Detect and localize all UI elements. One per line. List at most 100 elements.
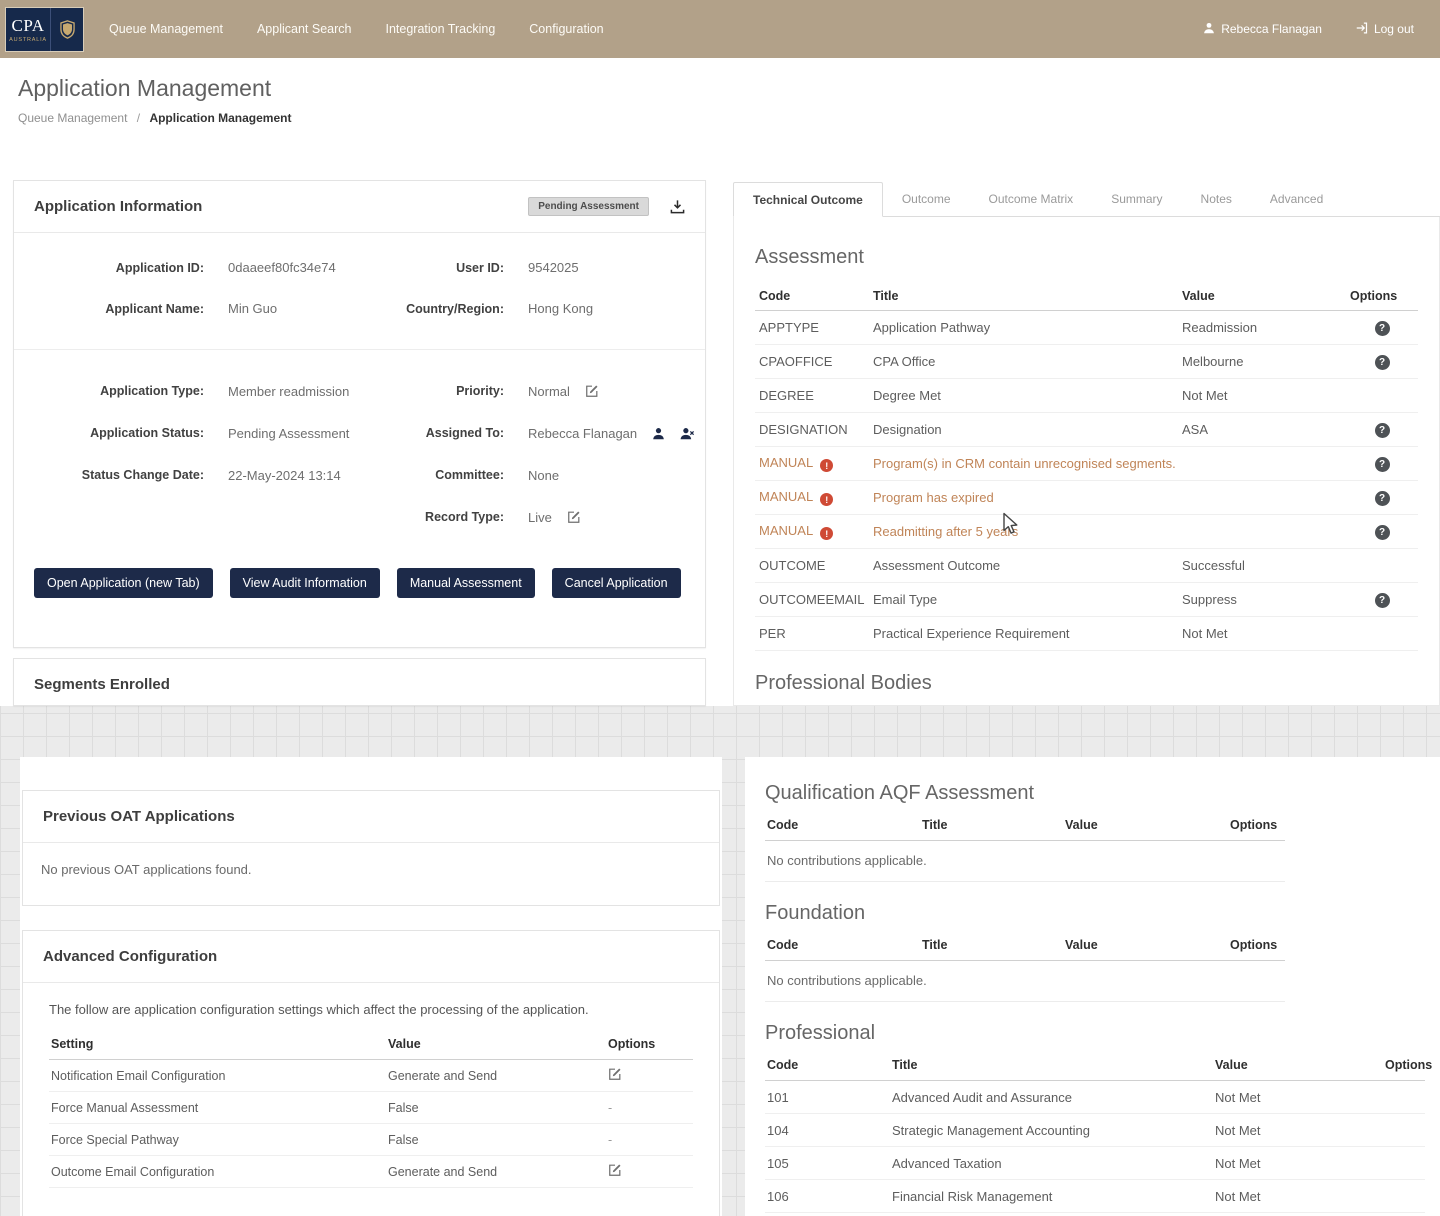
open-application-button[interactable]: Open Application (new Tab)	[34, 568, 213, 598]
col-header-title: Title	[920, 810, 1063, 841]
aqf-table: Code Title Value Options	[765, 810, 1285, 841]
breadcrumb-parent[interactable]: Queue Management	[18, 111, 127, 125]
col-header-options: Options	[1346, 282, 1418, 311]
assessment-title-cell: Designation	[869, 412, 1178, 447]
outcome-tab[interactable]: Outcome	[883, 182, 970, 216]
assessment-row: APPTYPE Application Pathway Readmission …	[755, 310, 1418, 345]
assessment-options-cell	[1346, 616, 1418, 651]
warning-icon: !	[820, 493, 834, 507]
col-header-value: Value	[1063, 930, 1228, 961]
assessment-value-cell: Successful	[1178, 548, 1346, 583]
outcome-tab[interactable]: Notes	[1182, 182, 1251, 216]
cancel-application-button[interactable]: Cancel Application	[551, 568, 681, 598]
user-menu[interactable]: Rebecca Flanagan	[1203, 22, 1322, 37]
nav-item[interactable]: Configuration	[512, 0, 620, 58]
edit-icon[interactable]	[608, 1067, 622, 1081]
assessment-options-cell: ?	[1346, 514, 1418, 549]
value-cell: Generate and Send	[386, 1155, 606, 1188]
foundation-table-header: Code Title Value Options	[765, 930, 1285, 961]
assessment-row: MANUAL! Program(s) in CRM contain unreco…	[755, 446, 1418, 481]
nav-item[interactable]: Integration Tracking	[368, 0, 512, 58]
help-icon[interactable]: ?	[1374, 593, 1390, 608]
unassign-user-icon[interactable]	[680, 427, 695, 440]
view-audit-information-button[interactable]: View Audit Information	[229, 568, 380, 598]
help-icon[interactable]: ?	[1374, 491, 1390, 506]
assessment-value-cell: Suppress	[1178, 582, 1346, 617]
assessment-options-cell: ?	[1346, 582, 1418, 617]
outcome-tab[interactable]: Technical Outcome	[733, 182, 883, 217]
assessment-value-cell	[1178, 514, 1346, 549]
assign-user-icon[interactable]	[652, 427, 665, 440]
download-icon[interactable]	[670, 199, 685, 214]
edit-icon[interactable]	[608, 1163, 622, 1177]
application-status-value: Pending Assessment	[228, 425, 350, 441]
assessment-table-header: Code Title Value Options	[755, 282, 1418, 311]
help-icon[interactable]: ?	[1374, 355, 1390, 370]
no-options-dash: -	[608, 1132, 613, 1147]
assessment-options-cell: ?	[1346, 310, 1418, 345]
nav-item[interactable]: Applicant Search	[240, 0, 369, 58]
application-information-title: Application Information	[34, 198, 203, 215]
options-cell	[606, 1155, 693, 1188]
advanced-configuration-title: Advanced Configuration	[43, 948, 218, 965]
breadcrumb: Queue Management / Application Managemen…	[18, 111, 291, 125]
edit-record-type-icon[interactable]	[567, 510, 581, 524]
advanced-configuration-header: Advanced Configuration	[23, 931, 719, 983]
assessment-options-cell: ?	[1346, 446, 1418, 481]
application-information-header: Application Information Pending Assessme…	[14, 181, 705, 233]
outcome-tab[interactable]: Advanced	[1251, 182, 1342, 216]
assessment-options-cell	[1346, 378, 1418, 413]
nav-item[interactable]: Queue Management	[92, 0, 240, 58]
help-icon[interactable]: ?	[1374, 423, 1390, 438]
assessment-code-cell: OUTCOMEEMAIL	[755, 582, 869, 617]
advanced-config-row: Force Special Pathway False -	[49, 1123, 693, 1156]
assessment-row: CPAOFFICE CPA Office Melbourne ?	[755, 344, 1418, 379]
professional-value-cell: Not Met	[1213, 1080, 1383, 1114]
user-id-label: User ID:	[456, 260, 504, 275]
assessment-table: Code Title Value Options APPTYPE Applica…	[755, 282, 1418, 651]
outcome-tab[interactable]: Summary	[1092, 182, 1181, 216]
col-header-options: Options	[1228, 810, 1285, 841]
help-icon[interactable]: ?	[1374, 457, 1390, 472]
professional-row: 101 Advanced Audit and Assurance Not Met	[765, 1080, 1425, 1114]
advanced-config-table-body: Notification Email Configuration Generat…	[49, 1059, 693, 1188]
assessment-options-cell: ?	[1346, 344, 1418, 379]
applicant-name-value: Min Guo	[228, 301, 278, 316]
assessment-code-cell: APPTYPE	[755, 310, 869, 345]
help-icon[interactable]: ?	[1374, 525, 1390, 540]
tab-label: Summary	[1111, 192, 1163, 206]
professional-value-cell: Not Met	[1213, 1113, 1383, 1147]
application-id-value: 0daaeef80fc34e74	[228, 260, 336, 275]
edit-priority-icon[interactable]	[585, 384, 599, 398]
professional-title-cell: Financial Risk Management	[890, 1179, 1213, 1213]
professional-title-cell: Advanced Audit and Assurance	[890, 1080, 1213, 1114]
manual-assessment-button[interactable]: Manual Assessment	[396, 568, 535, 598]
aqf-assessment-heading: Qualification AQF Assessment	[765, 782, 1035, 804]
assessment-value-cell: Melbourne	[1178, 344, 1346, 379]
assessment-code-cell: CPAOFFICE	[755, 344, 869, 379]
aqf-empty-text: No contributions applicable.	[765, 841, 1285, 882]
assessment-value-cell	[1178, 446, 1346, 481]
help-icon[interactable]: ?	[1374, 321, 1390, 336]
assessment-options-cell: ?	[1346, 412, 1418, 447]
assessment-value-cell: Not Met	[1178, 616, 1346, 651]
assessment-code-cell: MANUAL!	[755, 446, 869, 481]
status-badge: Pending Assessment	[528, 197, 649, 216]
col-header-code: Code	[765, 1050, 890, 1081]
segments-enrolled-card: Segments Enrolled	[13, 658, 706, 706]
col-header-value: Value	[1213, 1050, 1383, 1081]
assessment-title-cell: CPA Office	[869, 344, 1178, 379]
professional-table-body: 101 Advanced Audit and Assurance Not Met…	[765, 1080, 1425, 1213]
cpa-australia-logo[interactable]: CPA AUSTRALIA	[5, 6, 84, 52]
application-actions: Open Application (new Tab) View Audit In…	[14, 568, 705, 598]
no-options-dash: -	[608, 1100, 613, 1115]
col-header-code: Code	[755, 282, 869, 311]
outcome-tab[interactable]: Outcome Matrix	[970, 182, 1093, 216]
tab-label: Outcome	[901, 192, 951, 206]
foundation-empty-text: No contributions applicable.	[765, 961, 1285, 1002]
applicant-name-label: Applicant Name:	[105, 301, 204, 316]
logout-button[interactable]: Log out	[1356, 22, 1414, 37]
logout-icon	[1356, 22, 1368, 37]
status-change-date-value: 22-May-2024 13:14	[228, 467, 341, 483]
col-header-value: Value	[386, 1029, 606, 1060]
